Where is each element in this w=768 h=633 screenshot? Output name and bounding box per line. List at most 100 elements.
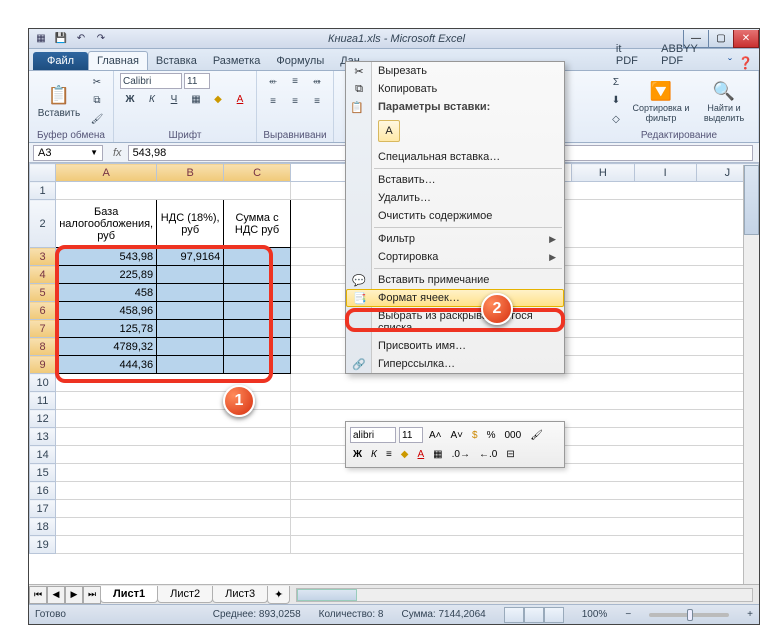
cell[interactable]: 225,89	[56, 266, 157, 284]
cm-filter[interactable]: Фильтр▶	[346, 230, 564, 248]
row-header[interactable]: 7	[30, 320, 56, 338]
cell[interactable]	[224, 320, 291, 338]
copy-icon[interactable]: ⧉	[87, 93, 107, 109]
border-icon[interactable]: ▦	[186, 91, 206, 107]
cm-pick-from-list[interactable]: Выбрать из раскрывающегося списка…	[346, 307, 564, 337]
cm-insert[interactable]: Вставить…	[346, 171, 564, 189]
format-painter-icon[interactable]: 🖌	[87, 112, 107, 128]
cm-sort[interactable]: Сортировка▶	[346, 248, 564, 266]
border-icon[interactable]: ▦	[430, 445, 445, 463]
align-right-icon[interactable]: ≡	[307, 93, 327, 109]
row-header[interactable]: 8	[30, 338, 56, 356]
zoom-out-icon[interactable]: −	[625, 609, 631, 620]
italic-icon[interactable]: К	[368, 445, 380, 463]
cell[interactable]: 458	[56, 284, 157, 302]
font-name-combo[interactable]: Calibri	[120, 73, 182, 89]
font-size-combo[interactable]: 11	[184, 73, 210, 89]
row-header[interactable]: 1	[30, 182, 56, 200]
cell[interactable]	[224, 302, 291, 320]
tab-pdf1[interactable]: it PDF	[608, 40, 653, 70]
col-header-a[interactable]: A	[56, 164, 157, 182]
cm-clear[interactable]: Очистить содержимое	[346, 207, 564, 225]
name-box[interactable]: A3▼	[33, 145, 103, 161]
cell[interactable]: 4789,32	[56, 338, 157, 356]
minimize-ribbon-icon[interactable]: ˇ	[728, 56, 732, 70]
fx-icon[interactable]: fx	[107, 147, 128, 159]
row-header[interactable]: 3	[30, 248, 56, 266]
font-color-icon[interactable]: A	[230, 91, 250, 107]
cell[interactable]	[157, 356, 224, 374]
sheet-nav-last[interactable]: ⏭	[83, 586, 101, 604]
sheet-nav-next[interactable]: ▶	[65, 586, 83, 604]
cell[interactable]: 543,98	[56, 248, 157, 266]
row-header[interactable]: 17	[30, 500, 56, 518]
find-select-button[interactable]: 🔍 Найти и выделить	[696, 73, 752, 129]
tab-insert[interactable]: Вставка	[148, 52, 205, 70]
cell[interactable]: Сумма с НДС руб	[224, 200, 291, 248]
row-header[interactable]: 11	[30, 392, 56, 410]
accounting-format-icon[interactable]: $	[469, 426, 481, 444]
row-header[interactable]: 16	[30, 482, 56, 500]
row-header[interactable]: 12	[30, 410, 56, 428]
cut-icon[interactable]: ✂	[87, 74, 107, 90]
mini-size-combo[interactable]: 11	[399, 427, 423, 443]
horizontal-scrollbar[interactable]	[296, 588, 753, 602]
row-header[interactable]: 10	[30, 374, 56, 392]
cell[interactable]: 444,36	[56, 356, 157, 374]
zoom-level[interactable]: 100%	[582, 609, 608, 620]
undo-icon[interactable]: ↶	[73, 31, 89, 47]
cm-delete[interactable]: Удалить…	[346, 189, 564, 207]
fill-color-icon[interactable]: ◆	[208, 91, 228, 107]
cm-cut[interactable]: ✂Вырезать	[346, 62, 564, 80]
sheet-tab-2[interactable]: Лист2	[157, 586, 213, 603]
percent-icon[interactable]: %	[484, 426, 499, 444]
cell[interactable]	[157, 266, 224, 284]
row-header[interactable]: 9	[30, 356, 56, 374]
file-tab[interactable]: Файл	[33, 52, 88, 70]
sheet-tab-3[interactable]: Лист3	[212, 586, 268, 603]
increase-decimal-icon[interactable]: .0→	[449, 445, 473, 463]
col-header-b[interactable]: B	[157, 164, 224, 182]
col-header-i[interactable]: I	[634, 164, 696, 182]
paste-button[interactable]: 📋 Вставить	[35, 73, 83, 129]
redo-icon[interactable]: ↷	[93, 31, 109, 47]
bold-icon[interactable]: Ж	[350, 445, 365, 463]
merge-icon[interactable]: ⊟	[503, 445, 517, 463]
view-page-layout-icon[interactable]	[524, 607, 544, 623]
row-header[interactable]: 15	[30, 464, 56, 482]
sheet-nav-prev[interactable]: ◀	[47, 586, 65, 604]
cell[interactable]	[224, 356, 291, 374]
view-normal-icon[interactable]	[504, 607, 524, 623]
align-top-icon[interactable]: ⬴	[263, 73, 283, 89]
align-left-icon[interactable]: ≡	[263, 93, 283, 109]
underline-icon[interactable]: Ч	[164, 91, 184, 107]
cm-paste-special[interactable]: Специальная вставка…	[346, 148, 564, 166]
cm-copy[interactable]: ⧉Копировать	[346, 80, 564, 98]
zoom-in-icon[interactable]: +	[747, 609, 753, 620]
cell[interactable]: База налогообложения, руб	[56, 200, 157, 248]
row-header[interactable]: 4	[30, 266, 56, 284]
center-icon[interactable]: ≡	[383, 445, 395, 463]
row-header[interactable]: 2	[30, 200, 56, 248]
paste-option-values[interactable]: A	[378, 120, 400, 142]
cm-insert-comment[interactable]: 💬Вставить примечание	[346, 271, 564, 289]
cell[interactable]: 125,78	[56, 320, 157, 338]
sheet-nav-first[interactable]: ⏮	[29, 586, 47, 604]
align-center-icon[interactable]: ≡	[285, 93, 305, 109]
cell[interactable]	[224, 266, 291, 284]
row-header[interactable]: 19	[30, 536, 56, 554]
align-bottom-icon[interactable]: ⬵	[307, 73, 327, 89]
tab-formulas[interactable]: Формулы	[268, 52, 332, 70]
cell[interactable]	[224, 284, 291, 302]
row-header[interactable]: 5	[30, 284, 56, 302]
sort-filter-button[interactable]: 🔽 Сортировка и фильтр	[630, 73, 692, 129]
row-header[interactable]: 6	[30, 302, 56, 320]
font-color-icon[interactable]: A	[415, 445, 428, 463]
cell[interactable]	[224, 338, 291, 356]
tab-home[interactable]: Главная	[88, 51, 148, 70]
fill-color-icon[interactable]: ◆	[398, 445, 412, 463]
comma-icon[interactable]: 000	[502, 426, 525, 444]
grow-font-icon[interactable]: A˄	[426, 426, 445, 444]
help-icon[interactable]: ❓	[738, 56, 753, 70]
cm-hyperlink[interactable]: 🔗Гиперссылка…	[346, 355, 564, 373]
